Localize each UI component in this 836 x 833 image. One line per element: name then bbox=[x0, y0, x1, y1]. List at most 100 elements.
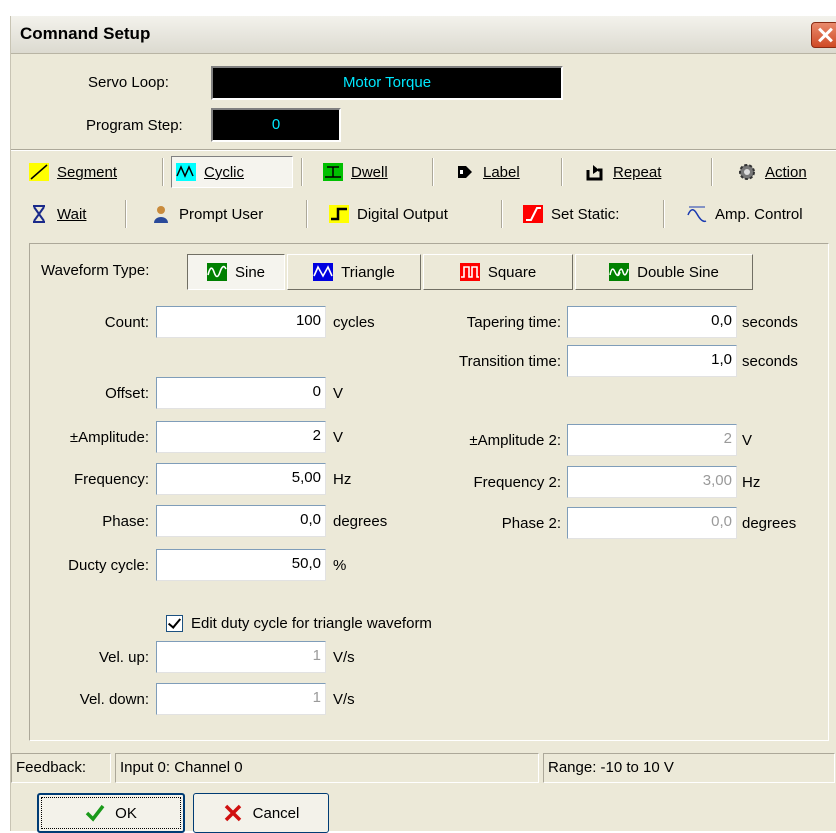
square-wave-icon bbox=[459, 263, 480, 281]
ok-button[interactable]: OK bbox=[37, 793, 185, 833]
vel-down-unit: V/s bbox=[333, 691, 355, 708]
ok-label: OK bbox=[115, 804, 137, 822]
waveform-double-sine-label: Double Sine bbox=[637, 263, 719, 281]
command-setup-dialog: Comnand Setup Servo Loop: Motor Torque P… bbox=[10, 16, 836, 833]
count-input[interactable]: 100 bbox=[156, 306, 326, 338]
label-button[interactable]: Label bbox=[451, 156, 524, 188]
waveform-square-button[interactable]: Square bbox=[423, 254, 573, 290]
set-static-button[interactable]: Set Static: bbox=[519, 198, 623, 230]
checkmark-icon bbox=[85, 804, 105, 822]
vel-up-input[interactable]: 1 bbox=[156, 641, 326, 673]
label-icon bbox=[458, 166, 472, 178]
servo-loop-display: Motor Torque bbox=[211, 66, 563, 100]
edit-duty-cycle-checkbox[interactable] bbox=[166, 615, 183, 632]
vel-down-label: Vel. down: bbox=[79, 691, 149, 708]
vel-up-unit: V/s bbox=[333, 649, 355, 666]
frequency-unit: Hz bbox=[333, 471, 352, 488]
separator bbox=[11, 149, 836, 151]
double-sine-wave-icon bbox=[609, 263, 630, 281]
amp-control-button[interactable]: Amp. Control bbox=[683, 198, 807, 230]
amplitude2-unit: V bbox=[742, 432, 753, 449]
frequency2-input[interactable]: 3,00 bbox=[567, 466, 737, 498]
phase-input[interactable]: 0,0 bbox=[156, 505, 326, 537]
tapering-time-input[interactable]: 0,0 bbox=[567, 306, 737, 338]
edit-duty-cycle-label: Edit duty cycle for triangle waveform bbox=[191, 615, 432, 632]
toolbar-divider bbox=[501, 200, 503, 228]
hourglass-icon bbox=[33, 205, 45, 223]
waveform-square-label: Square bbox=[487, 263, 537, 281]
action-label: Action bbox=[765, 163, 807, 181]
wait-button[interactable]: Wait bbox=[25, 198, 90, 230]
offset-label: Offset: bbox=[105, 385, 149, 402]
digital-output-label: Digital Output bbox=[357, 205, 448, 223]
vel-up-label: Vel. up: bbox=[98, 649, 149, 666]
dwell-label: Dwell bbox=[351, 163, 388, 181]
action-button[interactable]: Action bbox=[733, 156, 811, 188]
transition-time-input[interactable]: 1,0 bbox=[567, 345, 737, 377]
vel-down-input[interactable]: 1 bbox=[156, 683, 326, 715]
amplitude-input[interactable]: 2 bbox=[156, 421, 326, 453]
cyclic-button[interactable]: Cyclic bbox=[171, 156, 293, 188]
phase2-input[interactable]: 0,0 bbox=[567, 507, 737, 539]
action-gear-icon bbox=[739, 164, 755, 180]
segment-button[interactable]: Segment bbox=[25, 156, 121, 188]
window-title: Comnand Setup bbox=[20, 24, 151, 43]
segment-icon bbox=[29, 163, 49, 181]
amplitude-label: ±Amplitude: bbox=[69, 429, 149, 446]
amplitude-unit: V bbox=[333, 429, 344, 446]
frequency2-unit: Hz bbox=[742, 474, 761, 491]
title-bar: Comnand Setup bbox=[11, 16, 836, 54]
dwell-button[interactable]: Dwell bbox=[319, 156, 392, 188]
count-label: Count: bbox=[104, 314, 149, 331]
cyclic-label: Cyclic bbox=[204, 163, 244, 181]
duty-cycle-input[interactable]: 50,0 bbox=[156, 549, 326, 581]
cancel-label: Cancel bbox=[252, 804, 300, 822]
digital-output-icon bbox=[329, 205, 349, 223]
dwell-icon bbox=[323, 163, 343, 181]
toolbar-divider bbox=[125, 200, 127, 228]
amp-control-label: Amp. Control bbox=[715, 205, 803, 223]
repeat-icon bbox=[586, 165, 603, 181]
set-static-icon bbox=[523, 205, 543, 223]
repeat-button[interactable]: Repeat bbox=[581, 156, 665, 188]
frequency-label: Frequency: bbox=[73, 471, 149, 488]
tapering-time-unit: seconds bbox=[742, 314, 798, 331]
prompt-user-button[interactable]: Prompt User bbox=[147, 198, 267, 230]
waveform-type-label: Waveform Type: bbox=[41, 262, 150, 279]
user-icon bbox=[154, 206, 168, 223]
amplitude2-input[interactable]: 2 bbox=[567, 424, 737, 456]
repeat-label: Repeat bbox=[613, 163, 662, 181]
frequency-input[interactable]: 5,00 bbox=[156, 463, 326, 495]
waveform-double-sine-button[interactable]: Double Sine bbox=[575, 254, 753, 290]
tapering-time-label: Tapering time: bbox=[466, 314, 561, 331]
toolbar-divider bbox=[432, 158, 434, 186]
phase-label: Phase: bbox=[102, 513, 149, 530]
toolbar-divider bbox=[561, 158, 563, 186]
close-button[interactable] bbox=[811, 22, 836, 48]
wait-label: Wait bbox=[57, 205, 87, 223]
cyclic-icon bbox=[176, 163, 196, 181]
feedback-label: Feedback: bbox=[11, 753, 111, 783]
label-label: Label bbox=[483, 163, 520, 181]
toolbar-divider bbox=[306, 200, 308, 228]
toolbar-divider bbox=[663, 200, 665, 228]
segment-label: Segment bbox=[57, 163, 118, 181]
prompt-user-label: Prompt User bbox=[179, 205, 264, 223]
triangle-wave-icon bbox=[313, 263, 334, 281]
offset-input[interactable]: 0 bbox=[156, 377, 326, 409]
transition-time-label: Transition time: bbox=[459, 353, 561, 370]
digital-output-button[interactable]: Digital Output bbox=[325, 198, 452, 230]
toolbar-divider bbox=[711, 158, 713, 186]
waveform-triangle-label: Triangle bbox=[341, 263, 395, 281]
status-bar: Feedback: Input 0: Channel 0 Range: -10 … bbox=[11, 753, 836, 783]
duty-cycle-unit: % bbox=[333, 557, 347, 574]
phase-unit: degrees bbox=[333, 513, 388, 530]
amplitude2-label: ±Amplitude 2: bbox=[469, 432, 561, 449]
servo-loop-label: Servo Loop: bbox=[88, 74, 169, 91]
waveform-triangle-button[interactable]: Triangle bbox=[287, 254, 421, 290]
cancel-button[interactable]: Cancel bbox=[193, 793, 329, 833]
phase2-label: Phase 2: bbox=[501, 515, 561, 532]
program-step-label: Program Step: bbox=[86, 117, 183, 134]
frequency2-label: Frequency 2: bbox=[473, 474, 561, 491]
waveform-sine-button[interactable]: Sine bbox=[187, 254, 285, 290]
